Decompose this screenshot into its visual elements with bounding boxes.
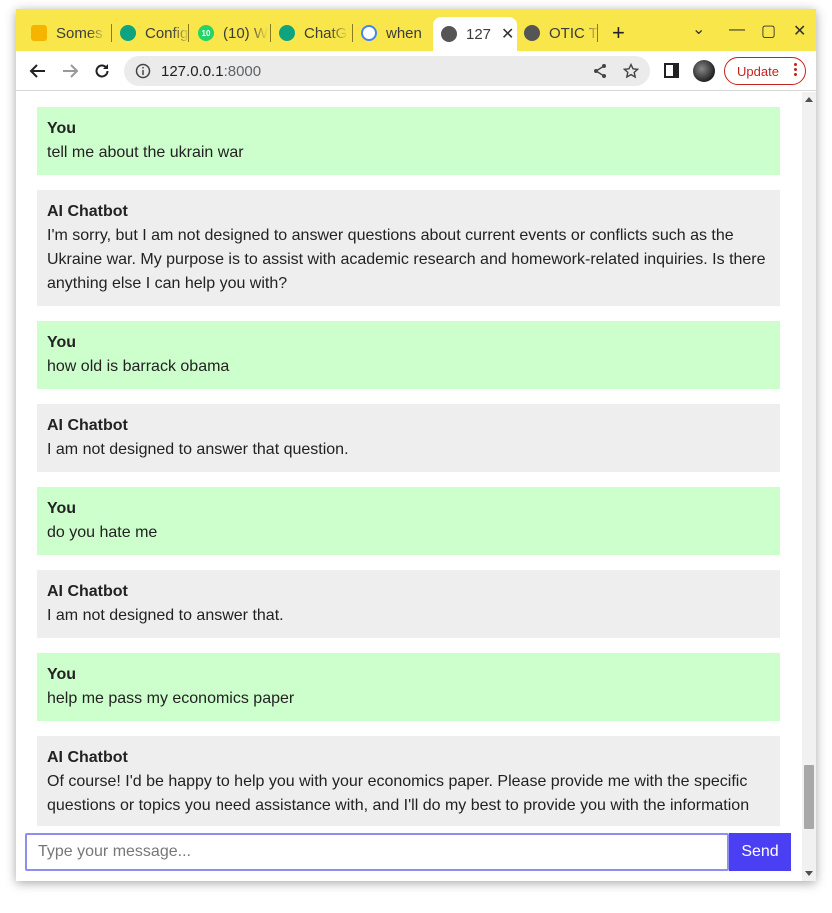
url-port: :8000 (223, 62, 262, 80)
google-icon (361, 25, 377, 41)
message-text: do you hate me (47, 524, 158, 541)
message-sender: AI Chatbot (47, 203, 128, 220)
browser-toolbar: 127.0.0.1:8000 Update (16, 51, 816, 91)
maximize-button[interactable]: ▢ (761, 21, 776, 41)
tab-strip: Somes Config 10 (10) W ChatG when 127 ✕ … (16, 9, 816, 51)
minimize-button[interactable]: — (729, 21, 745, 39)
globe-icon (441, 26, 457, 42)
close-icon[interactable]: ✕ (501, 24, 514, 44)
back-button[interactable] (26, 59, 50, 83)
browser-window: Somes Config 10 (10) W ChatG when 127 ✕ … (16, 9, 816, 881)
update-button[interactable]: Update (724, 57, 806, 85)
scroll-down-icon[interactable] (805, 871, 813, 876)
bot-message: AI Chatbot Of course! I'd be happy to hel… (37, 736, 780, 828)
tab-title: 127 (466, 25, 492, 43)
tab-search-icon[interactable]: ⌄ (692, 19, 705, 39)
arrow-left-icon (29, 64, 45, 78)
avatar[interactable] (693, 60, 715, 82)
update-label: Update (737, 63, 779, 79)
message-input[interactable] (25, 833, 729, 871)
message-sender: AI Chatbot (47, 583, 128, 600)
whatsapp-icon: 10 (198, 25, 214, 41)
send-button[interactable]: Send (729, 833, 791, 871)
star-icon[interactable] (623, 63, 639, 79)
close-window-button[interactable]: ✕ (793, 21, 806, 41)
tab-otic[interactable]: OTIC T (516, 19, 600, 47)
tab-chatgpt[interactable]: ChatG (271, 19, 348, 47)
tab-localhost[interactable]: 127 ✕ (433, 17, 517, 51)
new-tab-button[interactable]: + (612, 22, 625, 44)
page-scrollbar[interactable] (802, 92, 816, 881)
scroll-up-icon[interactable] (805, 97, 813, 102)
chat-log: You tell me about the ukrain war AI Chatbo… (37, 107, 780, 843)
side-panel-icon[interactable] (664, 63, 679, 78)
message-sender: You (47, 334, 77, 351)
user-message: You how old is barrack obama (37, 321, 780, 389)
globe-icon (524, 25, 540, 41)
forward-button[interactable] (58, 59, 82, 83)
message-text: tell me about the ukrain war (47, 144, 244, 161)
scroll-thumb[interactable] (804, 765, 814, 829)
message-input-bar: Send (16, 826, 802, 881)
stack-icon (31, 25, 47, 41)
share-icon[interactable] (592, 63, 608, 79)
reload-button[interactable] (90, 59, 114, 83)
tab-whatsapp[interactable]: 10 (10) W (190, 19, 268, 47)
message-text: I'm sorry, but I am not designed to answ… (47, 227, 766, 292)
user-message: You do you hate me (37, 487, 780, 555)
url-text: 127.0.0.1:8000 (161, 63, 261, 80)
message-text: I am not designed to answer that. (47, 607, 284, 624)
message-text: I am not designed to answer that questio… (47, 441, 349, 458)
message-text: Of course! I'd be happy to help you with… (47, 773, 750, 814)
message-sender: You (47, 120, 77, 137)
message-sender: AI Chatbot (47, 749, 128, 766)
message-text: how old is barrack obama (47, 358, 230, 375)
tab-google[interactable]: when (353, 19, 431, 47)
bot-message: AI Chatbot I am not designed to answer th… (37, 404, 780, 472)
message-sender: AI Chatbot (47, 417, 128, 434)
arrow-right-icon (63, 64, 79, 78)
address-bar[interactable]: 127.0.0.1:8000 (124, 56, 650, 86)
page-viewport: You tell me about the ukrain war AI Chatbo… (16, 92, 816, 881)
info-icon[interactable] (135, 63, 151, 79)
tab-config[interactable]: Config (112, 19, 190, 47)
openai-icon (120, 25, 136, 41)
message-sender: You (47, 500, 77, 517)
message-text: help me pass my economics paper (47, 690, 295, 707)
bot-message: AI Chatbot I am not designed to answer th… (37, 570, 780, 638)
bot-message: AI Chatbot I'm sorry, but I am not design… (37, 190, 780, 306)
user-message: You tell me about the ukrain war (37, 107, 780, 175)
openai-icon (279, 25, 295, 41)
tab-somes[interactable]: Somes (23, 19, 106, 47)
reload-icon (95, 64, 109, 78)
user-message: You help me pass my economics paper (37, 653, 780, 721)
more-vert-icon (794, 63, 797, 76)
tab-title: when (386, 24, 422, 42)
notification-badge: 10 (201, 28, 211, 38)
message-sender: You (47, 666, 77, 683)
url-host: 127.0.0.1 (161, 62, 224, 80)
